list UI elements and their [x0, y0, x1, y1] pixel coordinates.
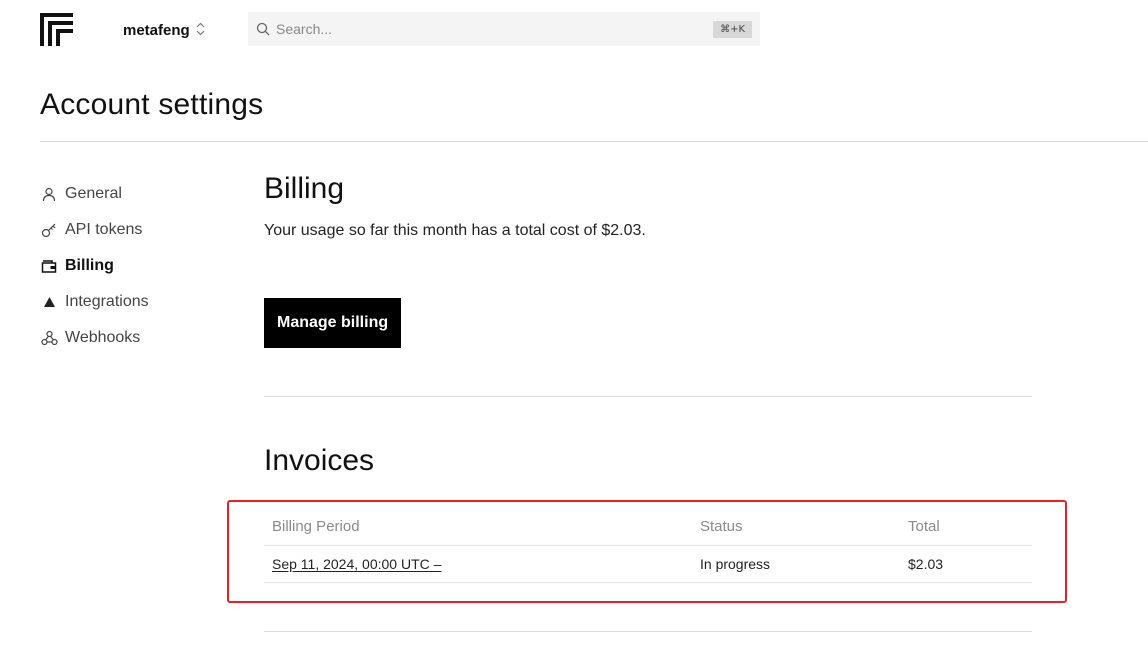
invoices-table: Billing Period Status Total Sep 11, 2024…	[264, 508, 1032, 583]
search-shortcut-badge: ⌘+K	[713, 20, 752, 38]
search-bar[interactable]: ⌘+K	[248, 12, 760, 46]
status-cell: In progress	[700, 545, 908, 583]
sidebar-item-billing[interactable]: Billing	[40, 248, 240, 284]
column-header-status: Status	[700, 508, 908, 546]
billing-content: Billing Your usage so far this month has…	[264, 172, 1032, 632]
sidebar-item-label: API tokens	[65, 221, 143, 238]
title-divider	[40, 141, 1148, 142]
table-header-row: Billing Period Status Total	[264, 508, 1032, 546]
brand-logo[interactable]	[40, 13, 73, 46]
user-icon	[40, 185, 58, 203]
invoices-title: Invoices	[264, 444, 375, 477]
webhook-icon	[40, 329, 58, 347]
sidebar-item-label: General	[65, 185, 122, 202]
sidebar-item-label: Webhooks	[65, 329, 141, 346]
settings-sidebar: General API tokens Billing Integrations …	[40, 176, 240, 356]
total-cell: $2.03	[908, 545, 1032, 583]
page-title: Account settings	[40, 88, 264, 121]
manage-billing-button[interactable]: Manage billing	[264, 298, 402, 348]
billing-period-cell: Sep 11, 2024, 00:00 UTC –	[264, 545, 700, 583]
key-icon	[40, 221, 58, 239]
org-name: metafeng	[123, 21, 190, 39]
sidebar-item-webhooks[interactable]: Webhooks	[40, 320, 240, 356]
billing-period-link[interactable]: Sep 11, 2024, 00:00 UTC –	[272, 556, 441, 572]
sidebar-item-label: Integrations	[65, 293, 149, 310]
sidebar-item-general[interactable]: General	[40, 176, 240, 212]
bottom-divider	[264, 631, 1032, 632]
wallet-icon	[40, 257, 58, 275]
column-header-billing-period: Billing Period	[264, 508, 700, 546]
search-icon	[256, 22, 270, 36]
search-input[interactable]	[276, 21, 714, 37]
sidebar-item-integrations[interactable]: Integrations	[40, 284, 240, 320]
table-row: Sep 11, 2024, 00:00 UTC – In progress $2…	[264, 545, 1032, 583]
billing-title: Billing	[264, 172, 345, 205]
org-switcher[interactable]: metafeng	[123, 20, 205, 40]
triangle-icon	[40, 293, 58, 311]
sidebar-item-label: Billing	[65, 257, 114, 274]
column-header-total: Total	[908, 508, 1032, 546]
usage-summary: Your usage so far this month has a total…	[264, 222, 646, 239]
sidebar-item-api-tokens[interactable]: API tokens	[40, 212, 240, 248]
section-divider	[264, 396, 1032, 397]
chevron-updown-icon	[196, 22, 205, 39]
